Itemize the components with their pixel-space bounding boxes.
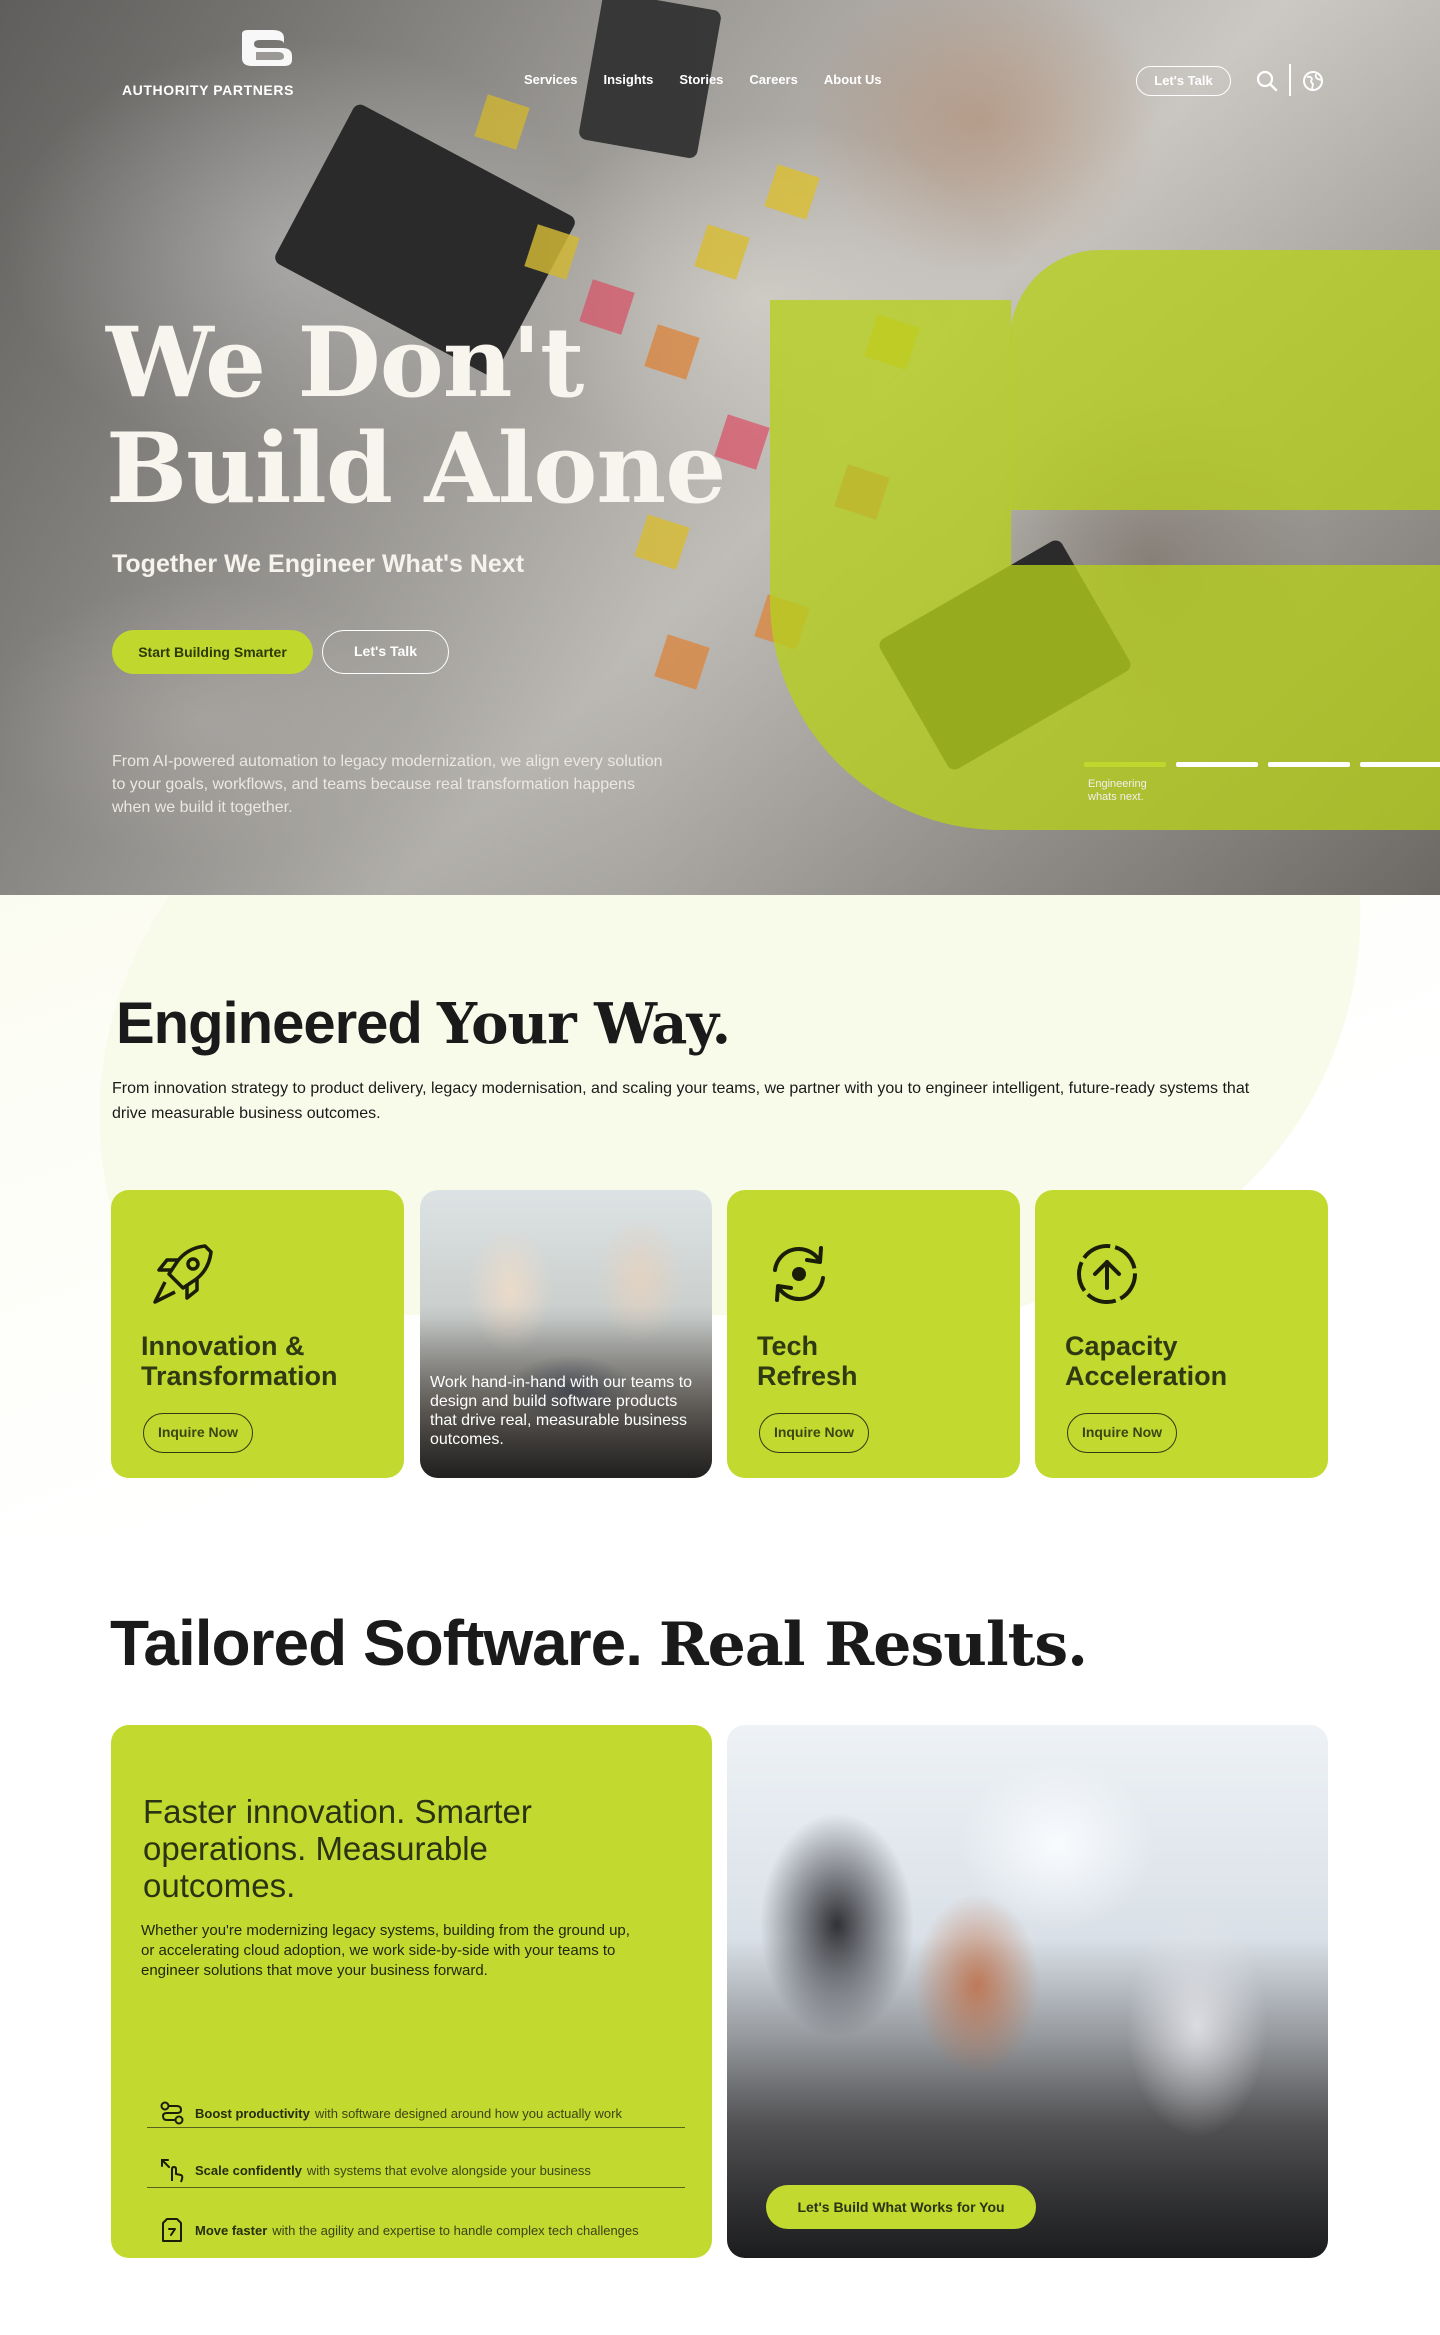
tailored-title-bold: Real Results. — [658, 1610, 1088, 1680]
feature-bold: Move faster — [195, 2222, 268, 2238]
engineered-title-bold: Your Way. — [436, 991, 731, 1057]
inquire-now-button[interactable]: Inquire Now — [759, 1413, 869, 1453]
feature-text: with the agility and expertise to handle… — [272, 2222, 639, 2238]
logo-mark-icon — [242, 30, 292, 66]
feature-row-faster: Move faster with the agility and experti… — [147, 2201, 685, 2259]
engineered-title: Engineered Your Way. — [116, 990, 731, 1057]
service-card-innovation[interactable]: Innovation & Transformation Inquire Now — [111, 1190, 404, 1478]
slider-dot-active[interactable] — [1084, 762, 1166, 767]
feature-divider — [147, 2187, 685, 2188]
feature-text: with systems that evolve alongside your … — [306, 2162, 591, 2178]
hero-lets-talk-button[interactable]: Let's Talk — [322, 630, 449, 674]
team-photo-card: Work hand-in-hand with our teams to desi… — [420, 1190, 712, 1478]
nav-divider — [1289, 64, 1291, 96]
start-building-button[interactable]: Start Building Smarter — [112, 630, 313, 674]
panel-description: Whether you're modernizing legacy system… — [141, 1922, 630, 1979]
slider-dot[interactable] — [1268, 762, 1350, 767]
nav-about-us[interactable]: About Us — [824, 72, 882, 87]
nav-lets-talk-button[interactable]: Let's Talk — [1136, 66, 1231, 96]
tailored-title: Tailored Software. Real Results. — [110, 1606, 1088, 1680]
feature-row-scale: Scale confidently with systems that evol… — [147, 2141, 685, 2199]
logo-text: AUTHORITY PARTNERS — [121, 82, 295, 98]
document-icon — [162, 2218, 182, 2242]
expand-cursor-icon — [161, 2159, 184, 2183]
feature-divider — [147, 2127, 685, 2128]
inquire-now-button[interactable]: Inquire Now — [143, 1413, 253, 1453]
refresh-icon — [773, 1246, 825, 1302]
inquire-now-button[interactable]: Inquire Now — [1067, 1413, 1177, 1453]
hero-slider-indicators — [1084, 762, 1440, 767]
feature-row-productivity: Boost productivity with software designe… — [147, 2084, 685, 2142]
nav-stories[interactable]: Stories — [679, 72, 723, 87]
nav-insights[interactable]: Insights — [604, 72, 654, 87]
service-card-tech-refresh[interactable]: Tech Refresh Inquire Now — [727, 1190, 1020, 1478]
hero-title: We Don't Build Alone — [106, 310, 806, 522]
card-title: Tech Refresh — [757, 1331, 858, 1391]
photo-card-text: Work hand-in-hand with our teams to desi… — [430, 1374, 693, 1448]
hero-title-line1: We Don't — [106, 306, 584, 419]
feature-bold: Scale confidently — [195, 2162, 302, 2178]
arrow-up-circle-icon — [1077, 1244, 1137, 1304]
nav-careers[interactable]: Careers — [749, 72, 797, 87]
brand-shape — [1010, 250, 1440, 510]
tailored-panel: Faster innovation. Smarter operations. M… — [111, 1725, 712, 2258]
nav-services[interactable]: Services — [524, 72, 578, 87]
feature-bold: Boost productivity — [195, 2105, 310, 2121]
tailored-title-plain: Tailored Software. — [110, 1607, 659, 1679]
globe-icon[interactable] — [1302, 70, 1324, 92]
panel-title: Faster innovation. Smarter operations. M… — [143, 1793, 532, 1904]
rocket-icon — [153, 1244, 213, 1304]
hero-description: From AI-powered automation to legacy mod… — [112, 753, 663, 816]
engineered-title-plain: Engineered — [116, 991, 437, 1056]
hero-title-line2: Build Alone — [106, 412, 726, 525]
engineered-description: From innovation strategy to product deli… — [112, 1080, 1250, 1122]
logo[interactable]: AUTHORITY PARTNERS — [118, 30, 298, 100]
lets-build-button[interactable]: Let's Build What Works for You — [766, 2185, 1036, 2229]
route-icon — [160, 2101, 184, 2125]
slider-dot[interactable] — [1360, 762, 1440, 767]
slider-dot[interactable] — [1176, 762, 1258, 767]
hero-subtitle: Together We Engineer What's Next — [112, 550, 525, 578]
card-title: Capacity Acceleration — [1065, 1331, 1228, 1391]
slider-caption: Engineering whats next. — [1088, 778, 1147, 803]
service-card-capacity[interactable]: Capacity Acceleration Inquire Now — [1035, 1190, 1328, 1478]
search-icon[interactable] — [1256, 70, 1278, 92]
collaboration-photo: Let's Build What Works for You — [727, 1725, 1328, 2258]
hero-section: AUTHORITY PARTNERS Services Insights Sto… — [0, 0, 1440, 895]
card-title: Innovation & Transformation — [141, 1331, 338, 1391]
main-nav: Services Insights Stories Careers About … — [524, 72, 882, 87]
photo-overlay — [727, 1725, 1328, 2258]
feature-text: with software designed around how you ac… — [314, 2105, 622, 2121]
